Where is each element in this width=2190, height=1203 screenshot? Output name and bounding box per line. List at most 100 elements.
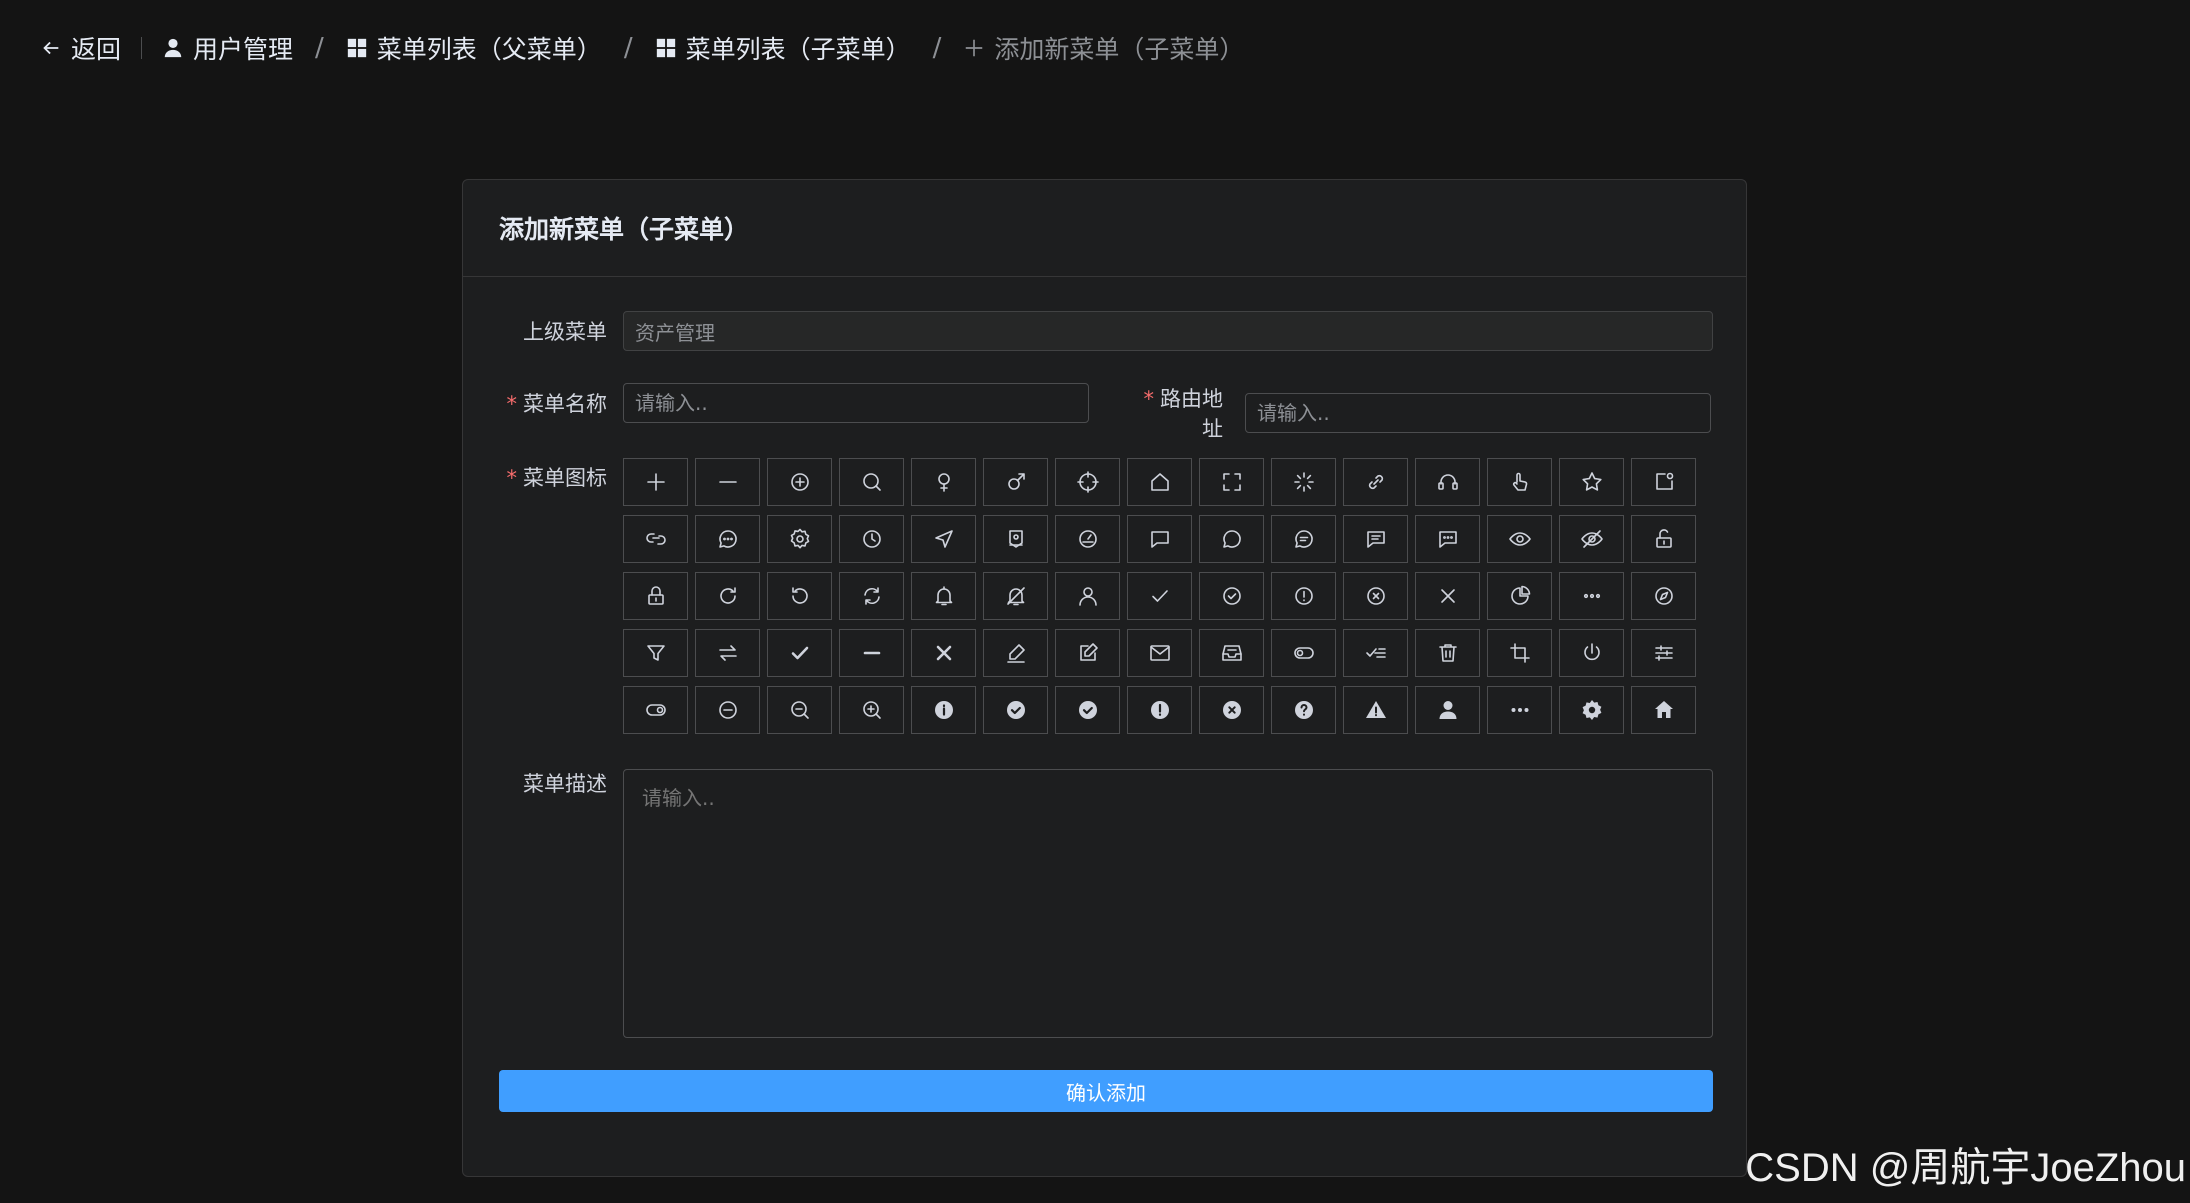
- icon-option[interactable]: [1199, 572, 1264, 620]
- icon-option[interactable]: [1415, 515, 1480, 563]
- icon-option[interactable]: [1559, 458, 1624, 506]
- discount-icon: [1008, 530, 1023, 548]
- icon-option[interactable]: [839, 629, 904, 677]
- icon-option[interactable]: [1559, 572, 1624, 620]
- icon-option[interactable]: [1487, 629, 1552, 677]
- home-filled-icon: [1654, 701, 1673, 718]
- user-icon: [1078, 587, 1097, 606]
- icon-option[interactable]: [983, 458, 1048, 506]
- route-input[interactable]: [1245, 393, 1711, 433]
- icon-option[interactable]: [1415, 629, 1480, 677]
- icon-option[interactable]: [1343, 458, 1408, 506]
- breadcrumb: 返回 用户管理 / 菜单列表（父菜单） / 菜单列表（子菜单） / 添加新菜单（…: [40, 28, 1244, 68]
- icon-option[interactable]: [767, 629, 832, 677]
- icon-option[interactable]: [623, 515, 688, 563]
- card-title: 添加新菜单（子菜单）: [463, 180, 1746, 277]
- icon-option[interactable]: [1343, 572, 1408, 620]
- warning-icon: [1294, 587, 1313, 605]
- icon-option[interactable]: [1415, 686, 1480, 734]
- icon-option[interactable]: [1127, 458, 1192, 506]
- icon-option[interactable]: [695, 572, 760, 620]
- icon-option[interactable]: [695, 686, 760, 734]
- icon-option[interactable]: [1127, 629, 1192, 677]
- icon-option[interactable]: [1559, 686, 1624, 734]
- icon-option[interactable]: [1127, 686, 1192, 734]
- icon-option[interactable]: [911, 629, 976, 677]
- icon-option[interactable]: [1271, 629, 1336, 677]
- mute-notification-icon: [1006, 587, 1025, 606]
- icon-option[interactable]: [695, 515, 760, 563]
- breadcrumb-child-menu-list[interactable]: 菜单列表（子菜单）: [655, 30, 911, 66]
- icon-option[interactable]: [1415, 572, 1480, 620]
- icon-option[interactable]: [1631, 572, 1696, 620]
- icon-option[interactable]: [1343, 686, 1408, 734]
- icon-option[interactable]: [623, 686, 688, 734]
- icon-option[interactable]: [983, 686, 1048, 734]
- icon-option[interactable]: [1415, 458, 1480, 506]
- icon-option[interactable]: [1055, 629, 1120, 677]
- icon-option[interactable]: [1487, 686, 1552, 734]
- icon-option[interactable]: [911, 515, 976, 563]
- icon-option[interactable]: [767, 458, 832, 506]
- icon-option[interactable]: [623, 458, 688, 506]
- icon-option[interactable]: [911, 458, 976, 506]
- icon-option[interactable]: [767, 515, 832, 563]
- more-icon: [1583, 593, 1600, 599]
- desc-textarea[interactable]: [623, 769, 1713, 1038]
- icon-option[interactable]: [1199, 458, 1264, 506]
- icon-option[interactable]: [623, 572, 688, 620]
- link-icon: [1368, 474, 1383, 490]
- icon-option[interactable]: [1559, 515, 1624, 563]
- icon-option[interactable]: [983, 629, 1048, 677]
- breadcrumb-user-management[interactable]: 用户管理: [162, 30, 293, 66]
- icon-option[interactable]: [1199, 686, 1264, 734]
- icon-option[interactable]: [695, 629, 760, 677]
- compass-icon: [1654, 587, 1673, 605]
- icon-option[interactable]: [1631, 515, 1696, 563]
- icon-option[interactable]: [1271, 458, 1336, 506]
- circle-check-filled-icon: [1006, 701, 1025, 719]
- icon-option[interactable]: [1631, 686, 1696, 734]
- semi-select-icon: [863, 651, 880, 655]
- icon-option[interactable]: [911, 686, 976, 734]
- back-button[interactable]: 返回: [40, 30, 121, 66]
- icon-option[interactable]: [1199, 629, 1264, 677]
- breadcrumb-parent-menu-list[interactable]: 菜单列表（父菜单）: [346, 30, 602, 66]
- icon-option[interactable]: [1271, 515, 1336, 563]
- icon-option[interactable]: [1055, 572, 1120, 620]
- icon-option[interactable]: [839, 458, 904, 506]
- icon-option[interactable]: [1631, 458, 1696, 506]
- icon-option[interactable]: [1343, 629, 1408, 677]
- confirm-add-button[interactable]: 确认添加: [499, 1070, 1713, 1112]
- icon-option[interactable]: [1127, 572, 1192, 620]
- icon-option[interactable]: [1055, 686, 1120, 734]
- turn-off-icon: [1293, 647, 1314, 659]
- menu-name-label: * 菜单名称: [499, 388, 623, 418]
- icon-option[interactable]: [1631, 629, 1696, 677]
- icon-option[interactable]: [911, 572, 976, 620]
- icon-option[interactable]: [695, 458, 760, 506]
- icon-option[interactable]: [1487, 572, 1552, 620]
- icon-option[interactable]: [839, 686, 904, 734]
- icon-option[interactable]: [983, 515, 1048, 563]
- icon-option[interactable]: [1271, 572, 1336, 620]
- female-icon: [937, 473, 950, 492]
- icon-option[interactable]: [1055, 458, 1120, 506]
- menu-name-input[interactable]: [623, 383, 1089, 423]
- icon-option[interactable]: [1487, 515, 1552, 563]
- icon-option[interactable]: [1271, 686, 1336, 734]
- icon-option[interactable]: [1199, 515, 1264, 563]
- icon-option[interactable]: [767, 686, 832, 734]
- icon-option[interactable]: [1343, 515, 1408, 563]
- icon-option[interactable]: [1487, 458, 1552, 506]
- parent-menu-row: 上级菜单 资产管理: [499, 311, 1713, 351]
- icon-option[interactable]: [983, 572, 1048, 620]
- icon-option[interactable]: [1055, 515, 1120, 563]
- icon-option[interactable]: [839, 515, 904, 563]
- icon-option[interactable]: [767, 572, 832, 620]
- operation-icon: [1654, 645, 1673, 661]
- icon-option[interactable]: [839, 572, 904, 620]
- icon-option[interactable]: [1559, 629, 1624, 677]
- icon-option[interactable]: [1127, 515, 1192, 563]
- icon-option[interactable]: [623, 629, 688, 677]
